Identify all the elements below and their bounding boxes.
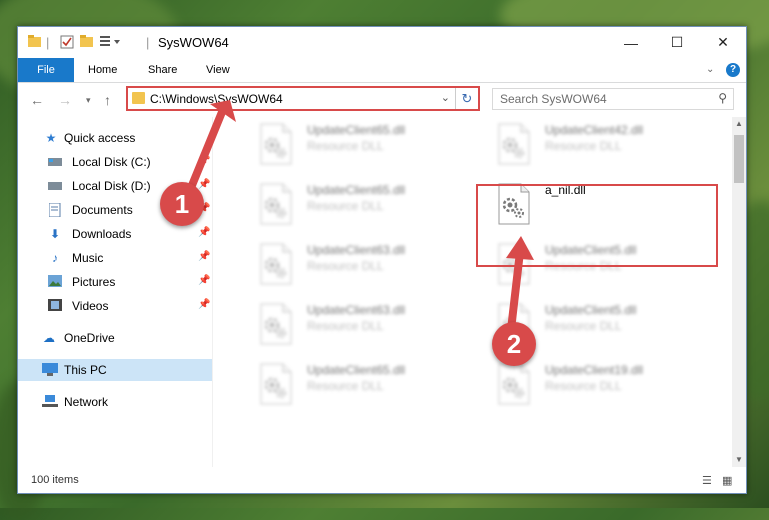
arrow-2-head bbox=[506, 236, 534, 260]
step-2-badge: 2 bbox=[492, 322, 536, 366]
annotation-arrows bbox=[182, 100, 534, 342]
step-1-badge: 1 bbox=[160, 182, 204, 226]
